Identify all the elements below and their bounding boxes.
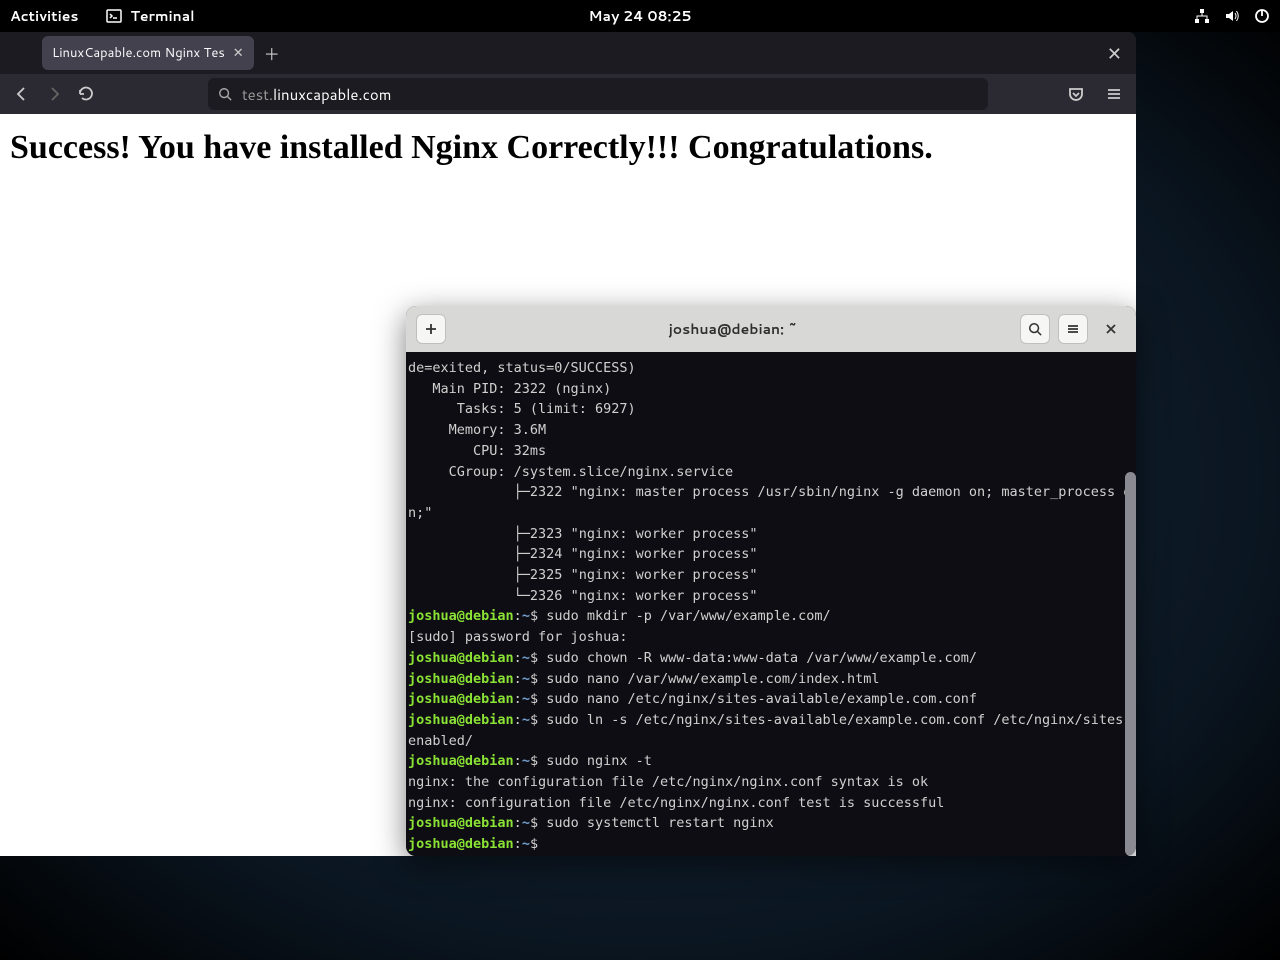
network-icon[interactable] — [1194, 8, 1210, 24]
clock[interactable]: May 24 08:25 — [589, 6, 692, 26]
pocket-icon[interactable] — [1066, 84, 1086, 104]
search-icon — [218, 87, 232, 101]
terminal-header: joshua@debian: ~ — [406, 306, 1136, 352]
volume-icon[interactable] — [1224, 8, 1240, 24]
tab-strip: LinuxCapable.com Nginx Tes ✕ ＋ ✕ — [0, 32, 1136, 74]
power-icon[interactable] — [1254, 8, 1270, 24]
tab-label: LinuxCapable.com Nginx Tes — [52, 44, 225, 62]
url-text: test.linuxcapable.com — [242, 84, 391, 105]
search-icon — [1028, 322, 1042, 336]
gnome-topbar: Activities Terminal May 24 08:25 — [0, 0, 1280, 32]
terminal-menu-button[interactable] — [1058, 314, 1088, 344]
plus-icon — [424, 322, 438, 336]
terminal-window: joshua@debian: ~ de=exited, status=0/SUC… — [406, 306, 1136, 856]
page-heading: Success! You have installed Nginx Correc… — [10, 128, 1126, 169]
hamburger-menu-icon[interactable] — [1104, 84, 1124, 104]
terminal-body[interactable]: de=exited, status=0/SUCCESS) Main PID: 2… — [406, 352, 1136, 856]
terminal-search-button[interactable] — [1020, 314, 1050, 344]
hamburger-icon — [1066, 322, 1080, 336]
new-tab-terminal-button[interactable] — [416, 314, 446, 344]
window-close-icon[interactable]: ✕ — [1107, 40, 1122, 66]
terminal-icon — [106, 8, 122, 24]
activities-button[interactable]: Activities — [10, 6, 78, 26]
active-app[interactable]: Terminal — [106, 6, 194, 26]
terminal-close-button[interactable] — [1096, 314, 1126, 344]
terminal-title: joshua@debian: ~ — [454, 319, 1012, 339]
terminal-scrollbar[interactable] — [1125, 472, 1136, 856]
nav-toolbar: test.linuxcapable.com — [0, 74, 1136, 114]
reload-button[interactable] — [76, 84, 96, 104]
forward-button — [44, 84, 64, 104]
close-icon — [1104, 322, 1118, 336]
url-bar[interactable]: test.linuxcapable.com — [208, 78, 988, 110]
back-button[interactable] — [12, 84, 32, 104]
tab-close-icon[interactable]: ✕ — [233, 44, 244, 62]
browser-tab[interactable]: LinuxCapable.com Nginx Tes ✕ — [42, 36, 254, 70]
new-tab-button[interactable]: ＋ — [264, 41, 280, 66]
